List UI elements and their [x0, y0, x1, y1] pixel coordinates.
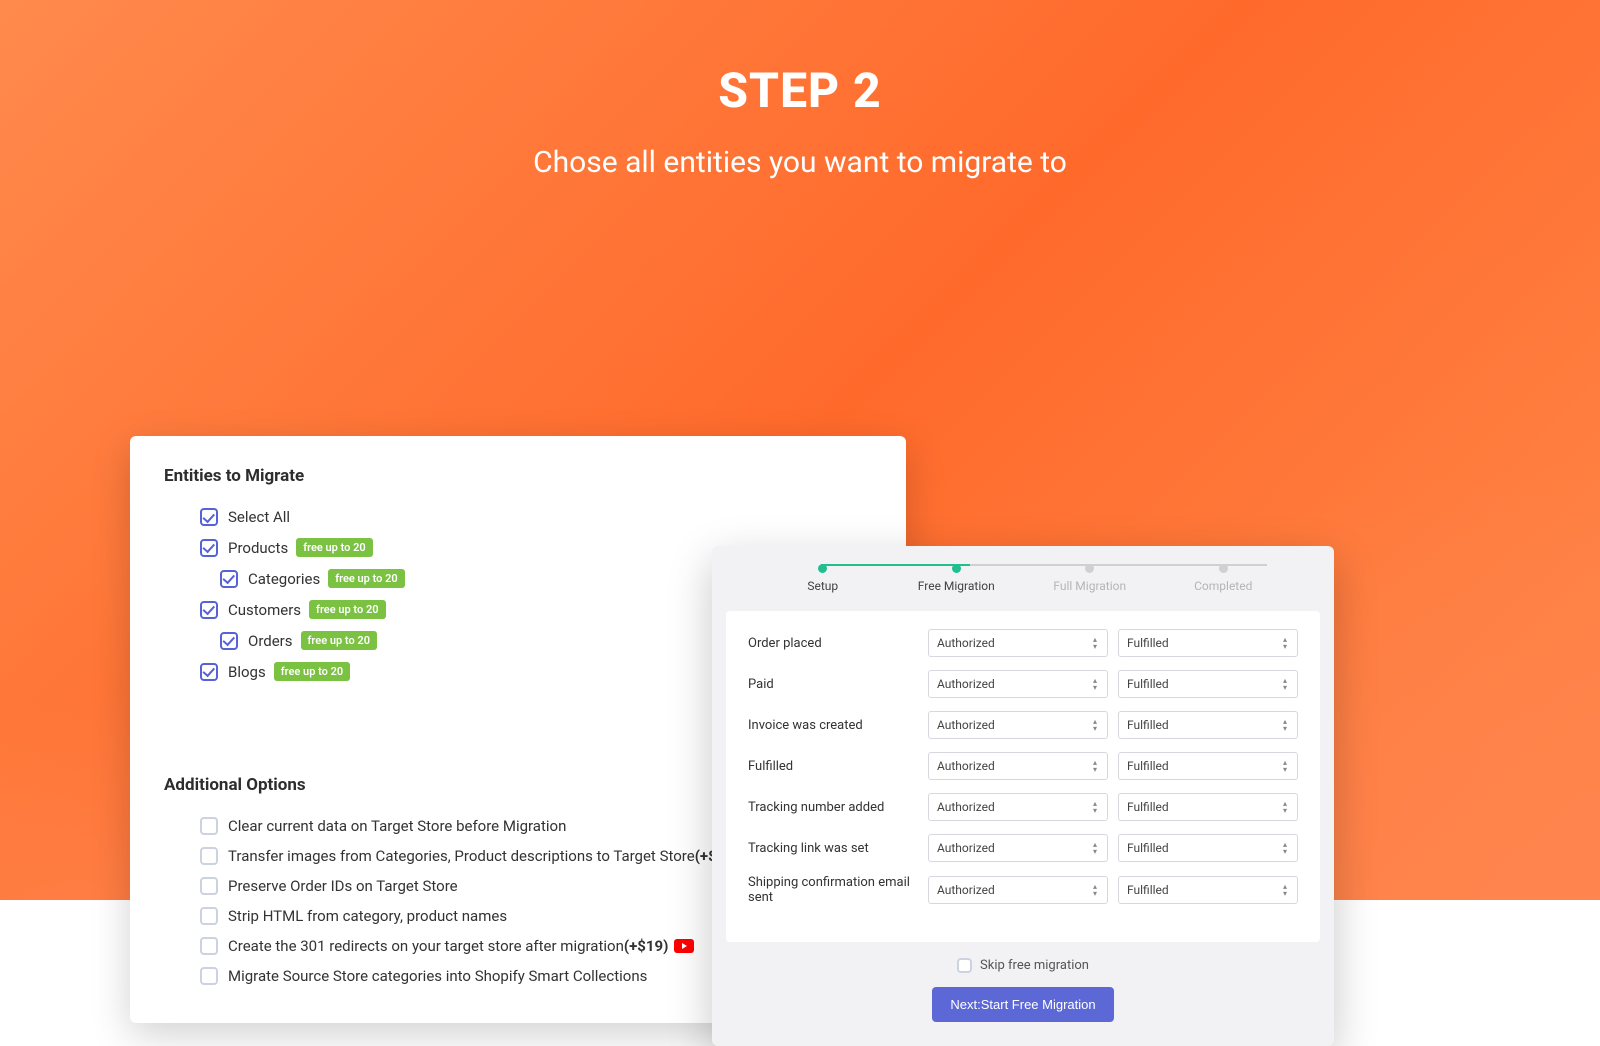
section-title-entities: Entities to Migrate — [164, 466, 872, 486]
select-caret-icon — [1091, 759, 1099, 773]
mapping-row: Tracking number addedAuthorized Fulfilled — [748, 793, 1298, 821]
select-caret-icon — [1281, 759, 1289, 773]
mapping-select-right[interactable]: Fulfilled — [1118, 793, 1298, 821]
mapping-panel: Order placedAuthorizedFulfilledPaidAutho… — [726, 611, 1320, 942]
select-caret-icon — [1091, 800, 1099, 814]
mapping-select-left[interactable]: Authorized — [928, 793, 1108, 821]
option-checkbox[interactable] — [200, 937, 218, 955]
entity-label: Orders — [248, 632, 293, 650]
select-caret-icon — [1281, 800, 1289, 814]
mapping-row: Tracking link was setAuthorized Fulfilled — [748, 834, 1298, 862]
entity-label: Customers — [228, 601, 301, 619]
free-badge: free up to 20 — [296, 538, 373, 557]
step-setup[interactable]: Setup — [756, 564, 890, 593]
option-checkbox[interactable] — [200, 967, 218, 985]
select-caret-icon — [1091, 636, 1099, 650]
skip-row: Skip free migration — [726, 958, 1320, 973]
option-checkbox[interactable] — [200, 877, 218, 895]
option-label: Strip HTML from category, product names — [228, 907, 507, 925]
step-completed: Completed — [1157, 564, 1291, 593]
option-label: Clear current data on Target Store befor… — [228, 817, 566, 835]
select-caret-icon — [1091, 718, 1099, 732]
mapping-label: Shipping confirmation email sent — [748, 875, 928, 905]
mapping-row: FulfilledAuthorizedFulfilled — [748, 752, 1298, 780]
option-checkbox[interactable] — [200, 817, 218, 835]
entity-row: Select All — [200, 508, 872, 526]
entity-checkbox[interactable] — [220, 632, 238, 650]
entity-label: Select All — [228, 508, 290, 526]
select-caret-icon — [1281, 677, 1289, 691]
mapping-row: Order placedAuthorized Fulfilled — [748, 629, 1298, 657]
step-subtitle: Chose all entities you want to migrate t… — [0, 145, 1600, 180]
hero: STEP 2 Chose all entities you want to mi… — [0, 0, 1600, 180]
mapping-select-left[interactable]: Authorized — [928, 834, 1108, 862]
option-label: Migrate Source Store categories into Sho… — [228, 967, 647, 985]
option-label: Preserve Order IDs on Target Store — [228, 877, 458, 895]
select-caret-icon — [1281, 841, 1289, 855]
free-badge: free up to 20 — [309, 600, 386, 619]
entity-label: Categories — [248, 570, 320, 588]
skip-checkbox[interactable] — [957, 958, 972, 973]
mapping-select-right[interactable]: Fulfilled — [1118, 670, 1298, 698]
entity-checkbox[interactable] — [200, 601, 218, 619]
next-button[interactable]: Next:Start Free Migration — [932, 987, 1113, 1022]
mapping-label: Invoice was created — [748, 718, 928, 733]
mapping-label: Fulfilled — [748, 759, 928, 774]
entity-checkbox[interactable] — [200, 508, 218, 526]
mapping-select-left[interactable]: Authorized — [928, 752, 1108, 780]
select-caret-icon — [1281, 718, 1289, 732]
mapping-select-left[interactable]: Authorized — [928, 711, 1108, 739]
mapping-select-left[interactable]: Authorized — [928, 629, 1108, 657]
option-price: (+$19) — [624, 937, 669, 955]
wizard-card: Setup Free Migration Full Migration Comp… — [712, 546, 1334, 1046]
mapping-row: Shipping confirmation email sentAuthoriz… — [748, 875, 1298, 905]
option-label: Create the 301 redirects on your target … — [228, 937, 624, 955]
mapping-label: Order placed — [748, 636, 928, 651]
free-badge: free up to 20 — [328, 569, 405, 588]
mapping-row: Invoice was createdAuthorized Fulfilled — [748, 711, 1298, 739]
mapping-label: Paid — [748, 677, 928, 692]
option-checkbox[interactable] — [200, 907, 218, 925]
select-caret-icon — [1281, 883, 1289, 897]
entity-checkbox[interactable] — [200, 663, 218, 681]
mapping-row: PaidAuthorized Fulfilled — [748, 670, 1298, 698]
entity-checkbox[interactable] — [200, 539, 218, 557]
select-caret-icon — [1281, 636, 1289, 650]
option-checkbox[interactable] — [200, 847, 218, 865]
mapping-select-right[interactable]: Fulfilled — [1118, 752, 1298, 780]
mapping-select-right[interactable]: Fulfilled — [1118, 711, 1298, 739]
select-caret-icon — [1091, 883, 1099, 897]
free-badge: free up to 20 — [301, 631, 378, 650]
select-caret-icon — [1091, 841, 1099, 855]
entity-checkbox[interactable] — [220, 570, 238, 588]
mapping-label: Tracking number added — [748, 800, 928, 815]
select-caret-icon — [1091, 677, 1099, 691]
entity-label: Blogs — [228, 663, 266, 681]
youtube-icon[interactable] — [674, 939, 694, 953]
step-free-migration[interactable]: Free Migration — [890, 564, 1024, 593]
free-badge: free up to 20 — [274, 662, 351, 681]
skip-label: Skip free migration — [980, 958, 1089, 973]
mapping-label: Tracking link was set — [748, 841, 928, 856]
entity-label: Products — [228, 539, 288, 557]
mapping-select-right[interactable]: Fulfilled — [1118, 629, 1298, 657]
mapping-select-left[interactable]: Authorized — [928, 670, 1108, 698]
option-label: Transfer images from Categories, Product… — [228, 847, 695, 865]
step-full-migration: Full Migration — [1023, 564, 1157, 593]
mapping-select-right[interactable]: Fulfilled — [1118, 834, 1298, 862]
step-title: STEP 2 — [0, 62, 1600, 119]
stepper: Setup Free Migration Full Migration Comp… — [726, 560, 1320, 603]
